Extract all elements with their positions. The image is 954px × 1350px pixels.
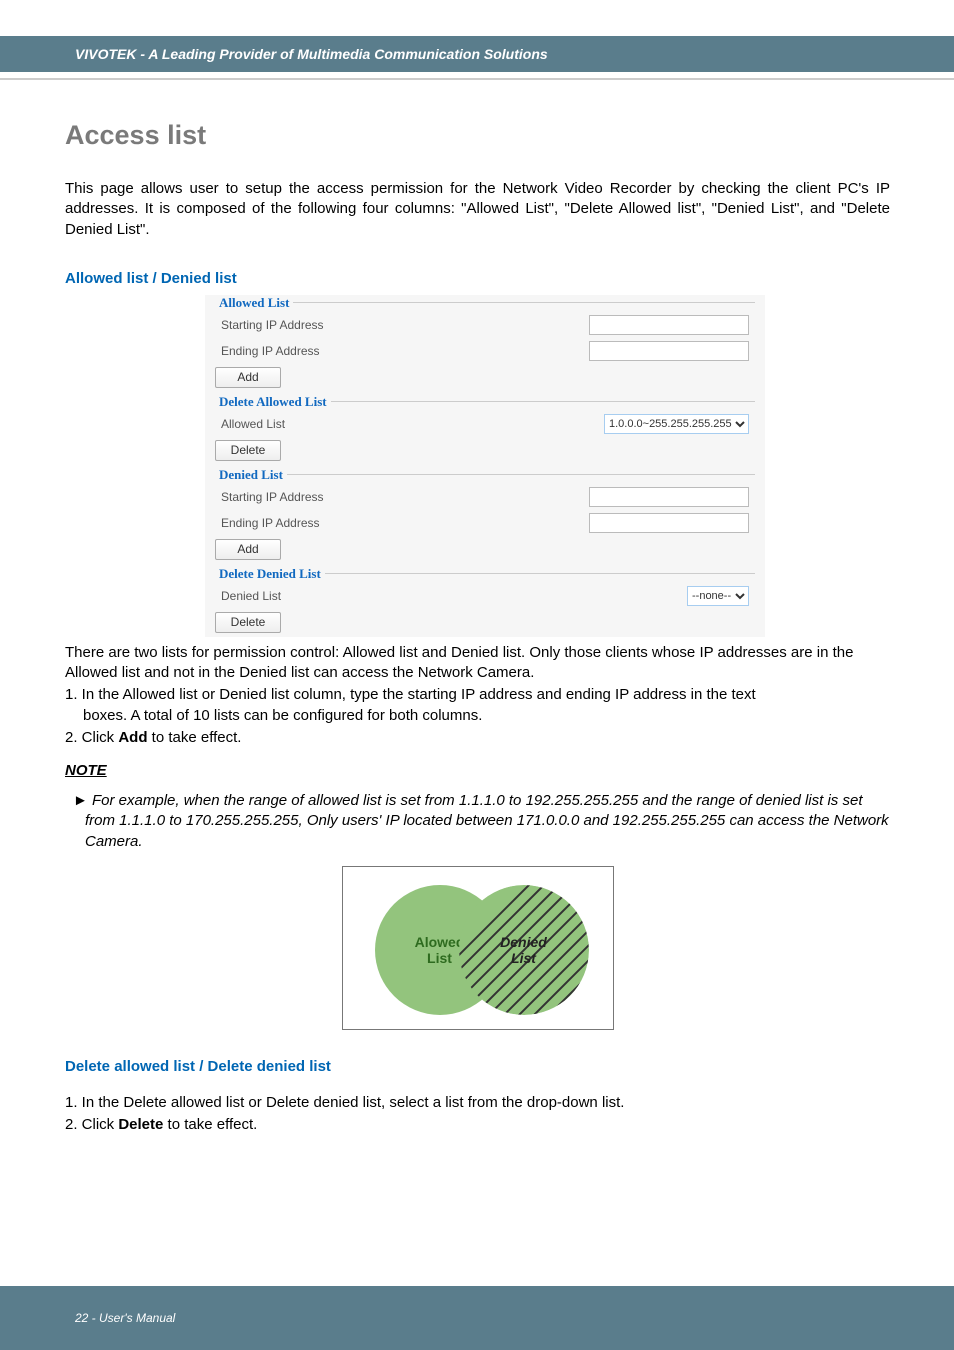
page-title: Access list [65,120,890,151]
allowed-list-fieldset: Allowed List Starting IP Address Ending … [215,295,755,363]
step2-item: 2. Click Add to take effect. [65,728,890,748]
denied-circle-label1: Denied [500,934,547,950]
steps-list-1: 1. In the Allowed list or Denied list co… [65,685,890,748]
allowed-starting-ip-label: Starting IP Address [221,318,324,332]
allowed-ending-ip-label: Ending IP Address [221,344,320,358]
denied-circle: Denied List [459,885,589,1015]
footer-page-number: 22 - User's Manual [75,1311,175,1325]
delete-step2-post: to take effect. [163,1116,257,1133]
delete-denied-fieldset: Delete Denied List Denied List --none-- [215,566,755,608]
denied-starting-ip-label: Starting IP Address [221,490,324,504]
venn-diagram-wrap: Alowed List [65,866,890,1030]
allowed-add-button[interactable]: Add [215,367,281,388]
denied-circle-label: Denied List [459,885,589,1015]
header-underline [0,78,954,80]
denied-starting-ip-input[interactable] [589,487,749,507]
venn-diagram: Alowed List [342,866,614,1030]
step2-bold: Add [118,729,147,746]
delete-step2-pre: 2. Click [65,1116,118,1133]
allowed-starting-ip-input[interactable] [589,315,749,335]
delete-step1: 1. In the Delete allowed list or Delete … [65,1093,890,1113]
delete-allowed-fieldset: Delete Allowed List Allowed List 1.0.0.0… [215,394,755,436]
access-list-ui-panel: Allowed List Starting IP Address Ending … [205,295,765,637]
denied-ending-ip-label: Ending IP Address [221,516,320,530]
denied-delete-button[interactable]: Delete [215,612,281,633]
allowed-delete-button[interactable]: Delete [215,440,281,461]
denied-list-select-label: Denied List [221,589,281,603]
intro-paragraph: This page allows user to setup the acces… [65,179,890,240]
delete-step2: 2. Click Delete to take effect. [65,1115,890,1135]
denied-list-select[interactable]: --none-- [687,586,749,606]
step1-line2: boxes. A total of 10 lists can be config… [83,706,890,726]
step1-item: 1. In the Allowed list or Denied list co… [65,685,890,726]
section-delete-head: Delete allowed list / Delete denied list [65,1058,890,1075]
denied-ending-ip-input[interactable] [589,513,749,533]
delete-allowed-legend: Delete Allowed List [215,394,331,410]
steps-list-2: 1. In the Delete allowed list or Delete … [65,1093,890,1136]
header-bar: VIVOTEK - A Leading Provider of Multimed… [0,36,954,72]
delete-step2-bold: Delete [118,1116,163,1133]
denied-add-button[interactable]: Add [215,539,281,560]
denied-list-fieldset: Denied List Starting IP Address Ending I… [215,467,755,535]
allowed-list-select-label: Allowed List [221,417,285,431]
note-heading: NOTE [65,762,890,779]
section-allowed-denied-head: Allowed list / Denied list [65,270,890,287]
step1-line1: 1. In the Allowed list or Denied list co… [65,686,756,703]
page-content: Access list This page allows user to set… [65,120,890,1135]
allowed-circle-label1: Alowed [415,934,465,950]
header-brand-text: VIVOTEK - A Leading Provider of Multimed… [75,46,548,62]
note-body: ► For example, when the range of allowed… [77,791,890,852]
permission-control-paragraph: There are two lists for permission contr… [65,643,890,684]
denied-list-legend: Denied List [215,467,287,483]
allowed-list-select[interactable]: 1.0.0.0~255.255.255.255 [604,414,749,434]
denied-circle-label2: List [511,950,536,966]
step2-post: to take effect. [148,729,242,746]
allowed-ending-ip-input[interactable] [589,341,749,361]
step2-pre: 2. Click [65,729,118,746]
delete-denied-legend: Delete Denied List [215,566,325,582]
footer-bar: 22 - User's Manual [0,1286,954,1350]
allowed-circle-label2: List [427,950,452,966]
allowed-list-legend: Allowed List [215,295,293,311]
